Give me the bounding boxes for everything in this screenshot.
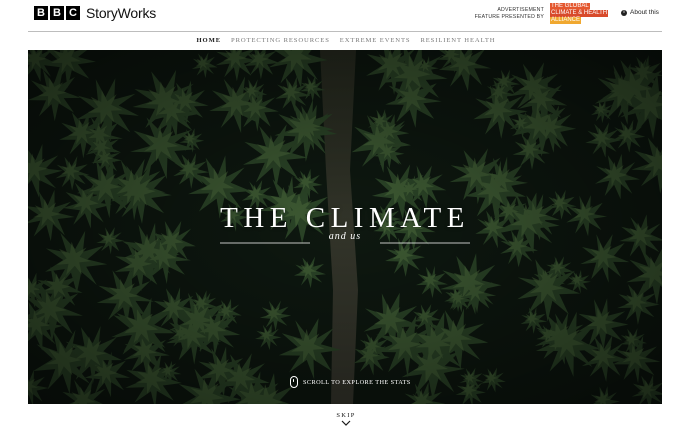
brand-name: StoryWorks: [86, 5, 157, 21]
main-nav: HOME PROTECTING RESOURCES EXTREME EVENTS…: [0, 35, 692, 47]
sponsor-line-1: THE GLOBAL: [550, 3, 590, 10]
ad-line-1: ADVERTISEMENT: [497, 7, 544, 13]
about-label: About this: [630, 9, 659, 16]
bbc-block-b2: B: [50, 6, 64, 20]
sponsor-line-2: CLIMATE & HEALTH: [550, 10, 609, 17]
skip-button[interactable]: SKIP: [0, 412, 692, 426]
nav-item-extreme-events[interactable]: EXTREME EVENTS: [340, 35, 411, 47]
mouse-scroll-icon: [290, 376, 298, 388]
site-header: B B C StoryWorks ADVERTISEMENT FEATURE P…: [0, 0, 692, 30]
scroll-prompt[interactable]: SCROLL TO EXPLORE THE STATS: [290, 376, 411, 388]
info-icon: i: [621, 9, 627, 16]
nav-item-protecting-resources[interactable]: PROTECTING RESOURCES: [231, 35, 330, 47]
sponsor-line-3: ALLIANCE: [550, 17, 582, 24]
hero-section: THE CLIMATE and us SCROLL TO EXPLORE THE…: [28, 50, 662, 404]
sponsor-logo[interactable]: THE GLOBAL CLIMATE & HEALTH ALLIANCE: [550, 3, 616, 24]
skip-label: SKIP: [336, 412, 356, 419]
bbc-block-b1: B: [34, 6, 48, 20]
bbc-block-c: C: [66, 6, 80, 20]
about-this-link[interactable]: i About this: [621, 9, 659, 16]
scroll-label: SCROLL TO EXPLORE THE STATS: [303, 378, 411, 386]
hero-subtitle: and us: [328, 231, 362, 242]
chevron-down-icon: [341, 420, 351, 426]
nav-item-home[interactable]: HOME: [197, 35, 221, 47]
nav-item-resilient-health[interactable]: RESILIENT HEALTH: [420, 35, 495, 47]
bbc-storyworks-logo[interactable]: B B C StoryWorks: [34, 5, 156, 21]
ad-line-2: FEATURE PRESENTED BY: [474, 14, 544, 20]
bbc-logo-blocks: B B C: [34, 6, 80, 20]
header-divider: [28, 31, 662, 32]
advertisement-notice: ADVERTISEMENT FEATURE PRESENTED BY: [468, 7, 544, 21]
